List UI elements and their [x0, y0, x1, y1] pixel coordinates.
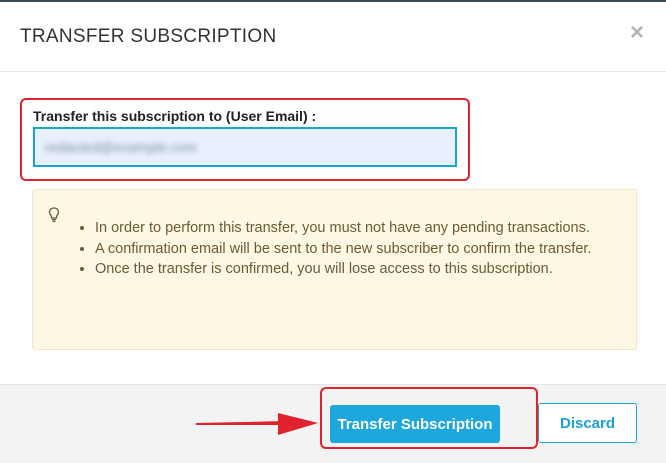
notice-item: Once the transfer is confirmed, you will… [95, 259, 635, 280]
discard-button[interactable]: Discard [538, 403, 637, 443]
notice-list: In order to perform this transfer, you m… [73, 218, 635, 280]
lightbulb-icon [48, 207, 60, 223]
email-field-label: Transfer this subscription to (User Emai… [33, 108, 317, 124]
dialog-header: TRANSFER SUBSCRIPTION × [0, 2, 666, 72]
dialog-body: Transfer this subscription to (User Emai… [0, 73, 666, 385]
dialog-footer: Transfer Subscription Discard [0, 384, 666, 463]
info-alert: In order to perform this transfer, you m… [32, 189, 637, 350]
transfer-subscription-dialog: TRANSFER SUBSCRIPTION × Transfer this su… [0, 0, 666, 463]
notice-item: A confirmation email will be sent to the… [95, 239, 635, 260]
transfer-subscription-button[interactable]: Transfer Subscription [330, 405, 500, 443]
close-icon[interactable]: × [630, 21, 644, 45]
email-field-value: redacted@example.com [45, 139, 197, 155]
dialog-title: TRANSFER SUBSCRIPTION [20, 26, 277, 47]
notice-item: In order to perform this transfer, you m… [95, 218, 635, 239]
arrow-pointer-icon [196, 413, 318, 435]
transfer-button-highlight: Transfer Subscription [320, 387, 538, 449]
email-field[interactable]: redacted@example.com [33, 127, 457, 167]
email-field-highlight: Transfer this subscription to (User Emai… [20, 98, 470, 181]
